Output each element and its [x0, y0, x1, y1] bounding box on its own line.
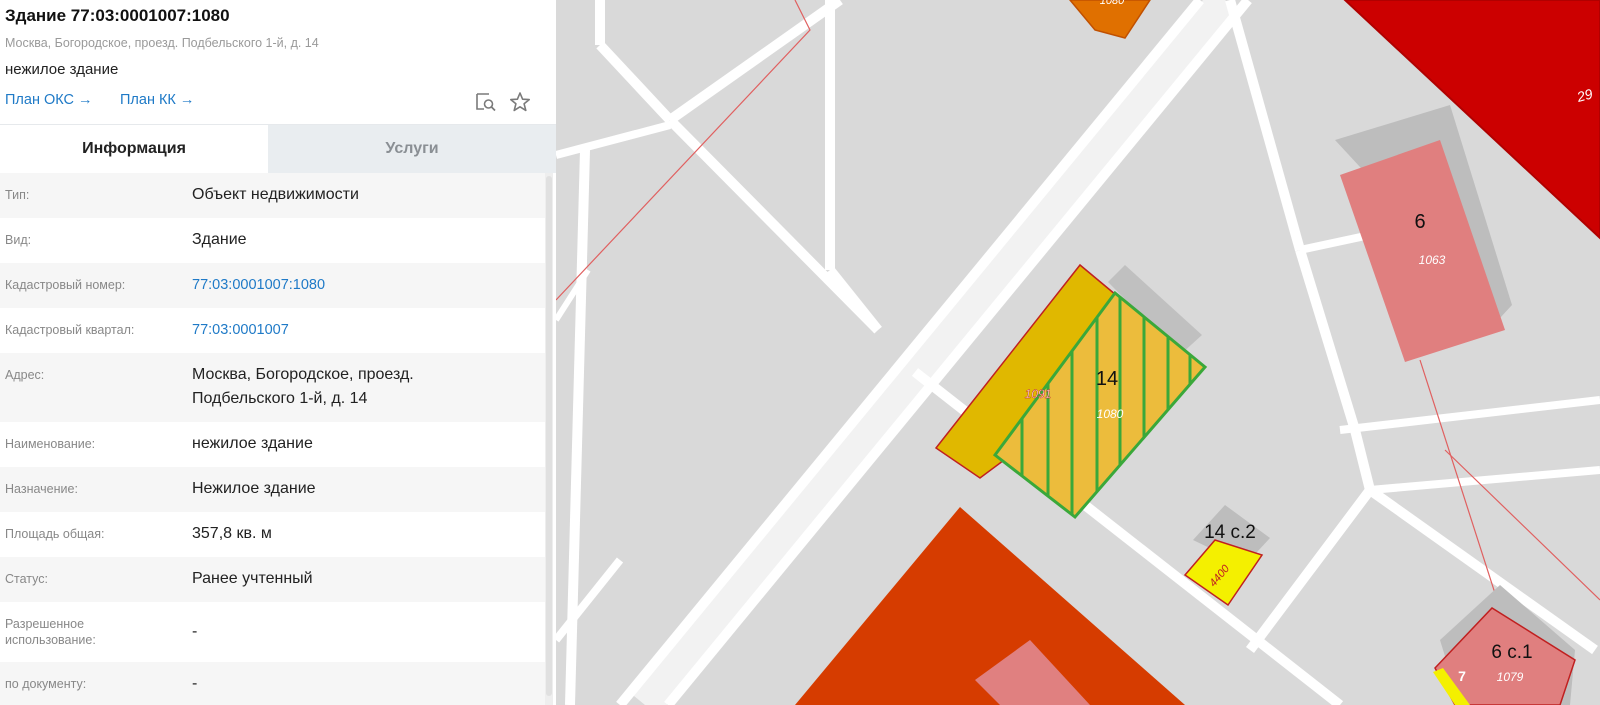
- info-row-type: Тип: Объект недвижимости: [0, 173, 545, 218]
- map-canvas[interactable]: 14 1091 1080 6 1063 14 с.2 4400 6 с.1 10…: [556, 0, 1600, 705]
- parcel-label: 7: [1458, 668, 1466, 684]
- info-row-purpose: Назначение: Нежилое здание: [0, 467, 545, 512]
- tab-information[interactable]: Информация: [0, 125, 268, 173]
- info-row-address: Адрес: Москва, Богородское, проезд. Подб…: [0, 353, 545, 422]
- info-row-status: Статус: Ранее учтенный: [0, 557, 545, 602]
- info-row-name: Наименование: нежилое здание: [0, 422, 545, 467]
- row-value-line: Москва, Богородское, проезд.: [192, 366, 414, 383]
- parcel-label: 1063: [1419, 253, 1446, 267]
- row-label: Адрес:: [5, 368, 45, 382]
- house-number-label: 6 с.1: [1491, 642, 1532, 663]
- object-title: Здание 77:03:0001007:1080: [5, 6, 230, 25]
- row-label: Статус:: [5, 572, 48, 586]
- info-row-permitted-use: Разрешенное использование: -: [0, 602, 545, 662]
- row-label: Тип:: [5, 188, 30, 202]
- row-value: Здание: [192, 231, 247, 248]
- row-label: Площадь общая:: [5, 527, 105, 541]
- parcel-label: 1079: [1497, 670, 1524, 684]
- row-label: Вид:: [5, 233, 32, 247]
- object-type: нежилое здание: [5, 61, 119, 78]
- row-value-line: Подбельского 1-й, д. 14: [192, 390, 368, 407]
- cadastral-number-link[interactable]: 77:03:0001007:1080: [192, 273, 325, 297]
- info-row-cadastral-number: Кадастровый номер: 77:03:0001007:1080: [0, 263, 545, 308]
- plan-oks-label: План ОКС: [5, 92, 75, 108]
- arrow-right-icon: →: [78, 92, 93, 108]
- scrollbar-thumb[interactable]: [546, 176, 552, 696]
- row-value: нежилое здание: [192, 435, 313, 452]
- arrow-right-icon: →: [179, 92, 195, 108]
- house-number-label: 6: [1414, 211, 1425, 233]
- row-value: Объект недвижимости: [192, 186, 359, 203]
- map-search-icon[interactable]: [474, 90, 498, 114]
- plan-oks-link[interactable]: План ОКС →: [5, 92, 93, 108]
- row-value: -: [192, 675, 198, 692]
- plan-kk-link[interactable]: План КК →: [120, 92, 194, 108]
- row-label: Кадастровый квартал:: [5, 323, 135, 337]
- panel-tabs: Информация Услуги: [0, 124, 556, 173]
- info-row-by-document: по документу: -: [0, 662, 545, 705]
- parcel-label: 1091: [1025, 387, 1052, 401]
- house-number-label: 14 с.2: [1204, 522, 1256, 543]
- row-label-line: Разрешенное: [5, 617, 85, 631]
- info-row-kind: Вид: Здание: [0, 218, 545, 263]
- parcel-label: 1080: [1100, 0, 1125, 7]
- cadastral-map[interactable]: 14 1091 1080 6 1063 14 с.2 4400 6 с.1 10…: [556, 0, 1600, 705]
- row-value: -: [192, 623, 198, 640]
- row-label: Кадастровый номер:: [5, 278, 126, 292]
- cadastral-quarter-link[interactable]: 77:03:0001007: [192, 318, 289, 342]
- house-number-label: 14: [1096, 368, 1118, 390]
- row-label: по документу:: [5, 677, 87, 691]
- star-icon[interactable]: [508, 90, 532, 114]
- plan-kk-label: План КК: [120, 92, 176, 108]
- row-label: Наименование:: [5, 437, 96, 451]
- row-value: Ранее учтенный: [192, 570, 313, 587]
- object-address: Москва, Богородское, проезд. Подбельског…: [5, 36, 319, 50]
- row-label-line: использование:: [5, 633, 96, 647]
- info-panel: Здание 77:03:0001007:1080 Москва, Богоро…: [0, 0, 556, 705]
- row-value: 357,8 кв. м: [192, 525, 272, 542]
- row-value: Нежилое здание: [192, 480, 316, 497]
- tab-services[interactable]: Услуги: [268, 125, 556, 173]
- info-table: Тип: Объект недвижимости Вид: Здание Кад…: [0, 173, 545, 705]
- parcel-label: 1080: [1097, 407, 1124, 421]
- info-row-area: Площадь общая: 357,8 кв. м: [0, 512, 545, 557]
- info-row-cadastral-quarter: Кадастровый квартал: 77:03:0001007: [0, 308, 545, 353]
- row-label: Назначение:: [5, 482, 78, 496]
